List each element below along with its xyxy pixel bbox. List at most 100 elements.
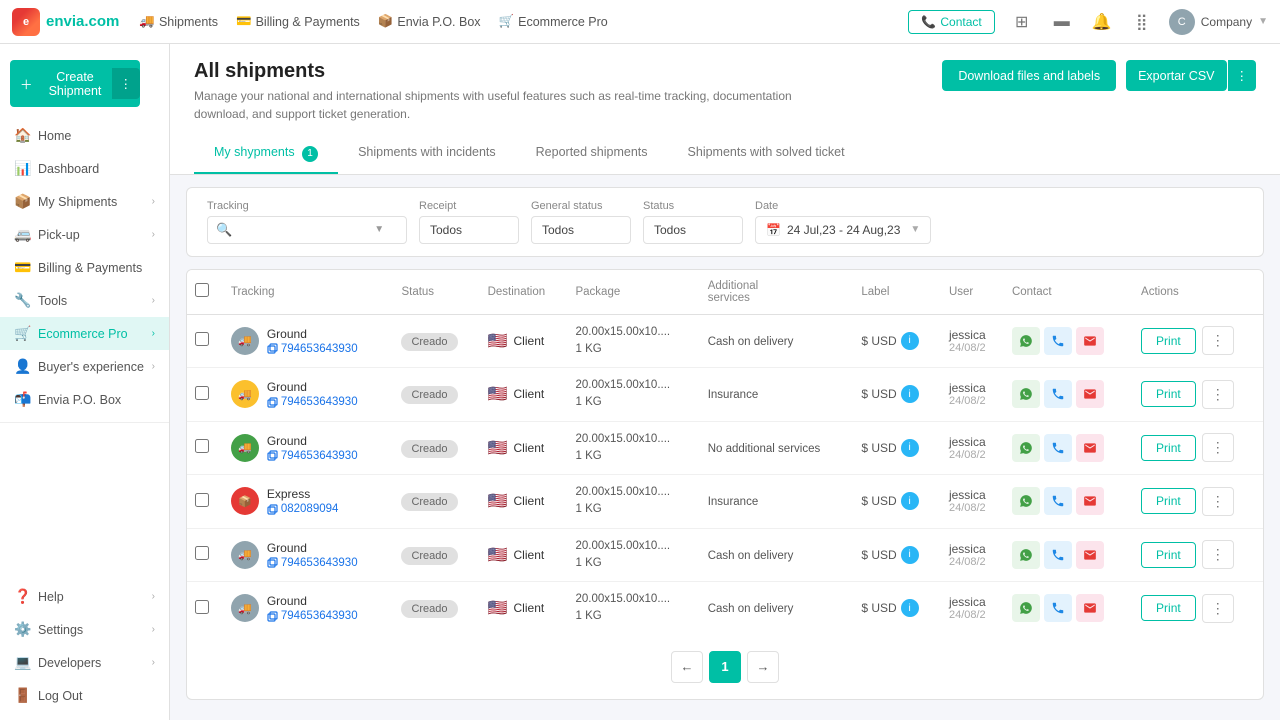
page-1-button[interactable]: 1 — [709, 651, 741, 683]
bell-icon[interactable]: 🔔 — [1089, 9, 1115, 35]
carrier-type: Ground — [267, 380, 358, 394]
phone-button[interactable] — [1044, 434, 1072, 462]
info-icon[interactable]: i — [901, 332, 919, 350]
col-status: Status — [393, 270, 479, 315]
tracking-number[interactable]: 794653643930 — [267, 610, 358, 622]
tracking-input[interactable] — [238, 223, 368, 237]
date-picker[interactable]: 📅 24 Jul,23 - 24 Aug,23 ▼ — [755, 216, 931, 244]
email-button[interactable] — [1076, 434, 1104, 462]
tracking-number[interactable]: 794653643930 — [267, 343, 358, 355]
email-button[interactable] — [1076, 487, 1104, 515]
sidebar-bottom: ❓ Help › ⚙️ Settings › 💻 Developers › — [0, 580, 169, 712]
export-csv-button[interactable]: Exportar CSV — [1126, 60, 1226, 91]
more-actions-button[interactable]: ⋮ — [1202, 326, 1234, 355]
nav-ecommerce[interactable]: 🛒 Ecommerce Pro — [499, 14, 608, 29]
general-status-select[interactable]: Todos — [531, 216, 631, 244]
row-checkbox[interactable] — [195, 493, 209, 507]
email-button[interactable] — [1076, 594, 1104, 622]
row-checkbox[interactable] — [195, 600, 209, 614]
sidebar-item-buyers[interactable]: 👤 Buyer's experience › — [0, 350, 169, 383]
tracking-number[interactable]: 794653643930 — [267, 557, 358, 569]
sidebar-item-settings[interactable]: ⚙️ Settings › — [0, 613, 169, 646]
tab-reported[interactable]: Reported shipments — [516, 135, 668, 174]
calculator-icon[interactable]: ⊞ — [1009, 9, 1035, 35]
phone-button[interactable] — [1044, 327, 1072, 355]
create-shipment-button[interactable]: ＋ Create Shipment ⋮ — [10, 60, 140, 107]
more-actions-button[interactable]: ⋮ — [1202, 380, 1234, 409]
email-button[interactable] — [1076, 541, 1104, 569]
email-button[interactable] — [1076, 380, 1104, 408]
sidebar-item-help[interactable]: ❓ Help › — [0, 580, 169, 613]
phone-button[interactable] — [1044, 487, 1072, 515]
sidebar-item-ecommerce[interactable]: 🛒 Ecommerce Pro › — [0, 317, 169, 350]
print-button[interactable]: Print — [1141, 595, 1196, 621]
carrier-icon: 🚚 — [231, 327, 259, 355]
row-checkbox[interactable] — [195, 439, 209, 453]
create-btn-dropdown[interactable]: ⋮ — [112, 68, 141, 99]
tracking-number[interactable]: 794653643930 — [267, 396, 358, 408]
tab-myshipments[interactable]: My shypments 1 — [194, 135, 338, 174]
status-select[interactable]: Todos — [643, 216, 743, 244]
more-actions-button[interactable]: ⋮ — [1202, 487, 1234, 516]
tracking-info: Express 082089094 — [267, 487, 339, 515]
destination-cell: 🇺🇸 Client — [488, 331, 560, 351]
sidebar-item-billing[interactable]: 💳 Billing & Payments — [0, 251, 169, 284]
download-files-button[interactable]: Download files and labels — [942, 60, 1116, 91]
receipt-select[interactable]: Todos — [419, 216, 519, 244]
pkg-dimensions: 20.00x15.00x10.... — [575, 538, 691, 555]
tab-solved[interactable]: Shipments with solved ticket — [668, 135, 865, 174]
tracking-search-box[interactable]: 🔍 ▼ — [207, 216, 407, 244]
whatsapp-button[interactable] — [1012, 434, 1040, 462]
prev-page-button[interactable]: ← — [671, 651, 703, 683]
nav-billing[interactable]: 💳 Billing & Payments — [236, 14, 360, 29]
row-checkbox[interactable] — [195, 386, 209, 400]
sidebar-item-pobox[interactable]: 📬 Envia P.O. Box — [0, 383, 169, 416]
sidebar-item-pickup[interactable]: 🚐 Pick-up › — [0, 218, 169, 251]
tracking-number[interactable]: 794653643930 — [267, 450, 358, 462]
info-icon[interactable]: i — [901, 385, 919, 403]
phone-button[interactable] — [1044, 380, 1072, 408]
nav-shipments[interactable]: 🚚 Shipments — [139, 14, 218, 29]
company-menu[interactable]: C Company ▼ — [1169, 9, 1268, 35]
sidebar-item-developers[interactable]: 💻 Developers › — [0, 646, 169, 679]
nav-pobox[interactable]: 📦 Envia P.O. Box — [378, 14, 481, 29]
more-actions-button[interactable]: ⋮ — [1202, 540, 1234, 569]
more-actions-button[interactable]: ⋮ — [1202, 594, 1234, 623]
sidebar-item-dashboard[interactable]: 📊 Dashboard — [0, 152, 169, 185]
tab-incidents[interactable]: Shipments with incidents — [338, 135, 516, 174]
info-icon[interactable]: i — [901, 439, 919, 457]
whatsapp-button[interactable] — [1012, 487, 1040, 515]
sidebar-item-logout[interactable]: 🚪 Log Out — [0, 679, 169, 712]
logo[interactable]: e envia.com — [12, 8, 119, 36]
export-more-button[interactable]: ⋮ — [1228, 60, 1257, 91]
tracking-number[interactable]: 082089094 — [267, 503, 339, 515]
phone-button[interactable] — [1044, 594, 1072, 622]
whatsapp-button[interactable] — [1012, 594, 1040, 622]
print-button[interactable]: Print — [1141, 328, 1196, 354]
info-icon[interactable]: i — [901, 492, 919, 510]
sidebar-item-myshipments[interactable]: 📦 My Shipments › — [0, 185, 169, 218]
print-button[interactable]: Print — [1141, 488, 1196, 514]
info-icon[interactable]: i — [901, 599, 919, 617]
whatsapp-button[interactable] — [1012, 541, 1040, 569]
whatsapp-button[interactable] — [1012, 380, 1040, 408]
sidebar-item-tools[interactable]: 🔧 Tools › — [0, 284, 169, 317]
print-button[interactable]: Print — [1141, 381, 1196, 407]
select-all-checkbox[interactable] — [195, 283, 209, 297]
phone-button[interactable] — [1044, 541, 1072, 569]
tracking-filter: Tracking 🔍 ▼ — [207, 200, 407, 244]
grid-icon[interactable]: ⣿ — [1129, 9, 1155, 35]
sidebar-item-home[interactable]: 🏠 Home — [0, 119, 169, 152]
card-icon[interactable]: ▬ — [1049, 9, 1075, 35]
user-cell: jessica 24/08/2 — [949, 435, 996, 461]
print-button[interactable]: Print — [1141, 542, 1196, 568]
whatsapp-button[interactable] — [1012, 327, 1040, 355]
row-checkbox[interactable] — [195, 332, 209, 346]
print-button[interactable]: Print — [1141, 435, 1196, 461]
row-checkbox[interactable] — [195, 546, 209, 560]
contact-button[interactable]: 📞 Contact — [908, 10, 994, 34]
more-actions-button[interactable]: ⋮ — [1202, 433, 1234, 462]
info-icon[interactable]: i — [901, 546, 919, 564]
email-button[interactable] — [1076, 327, 1104, 355]
next-page-button[interactable]: → — [747, 651, 779, 683]
